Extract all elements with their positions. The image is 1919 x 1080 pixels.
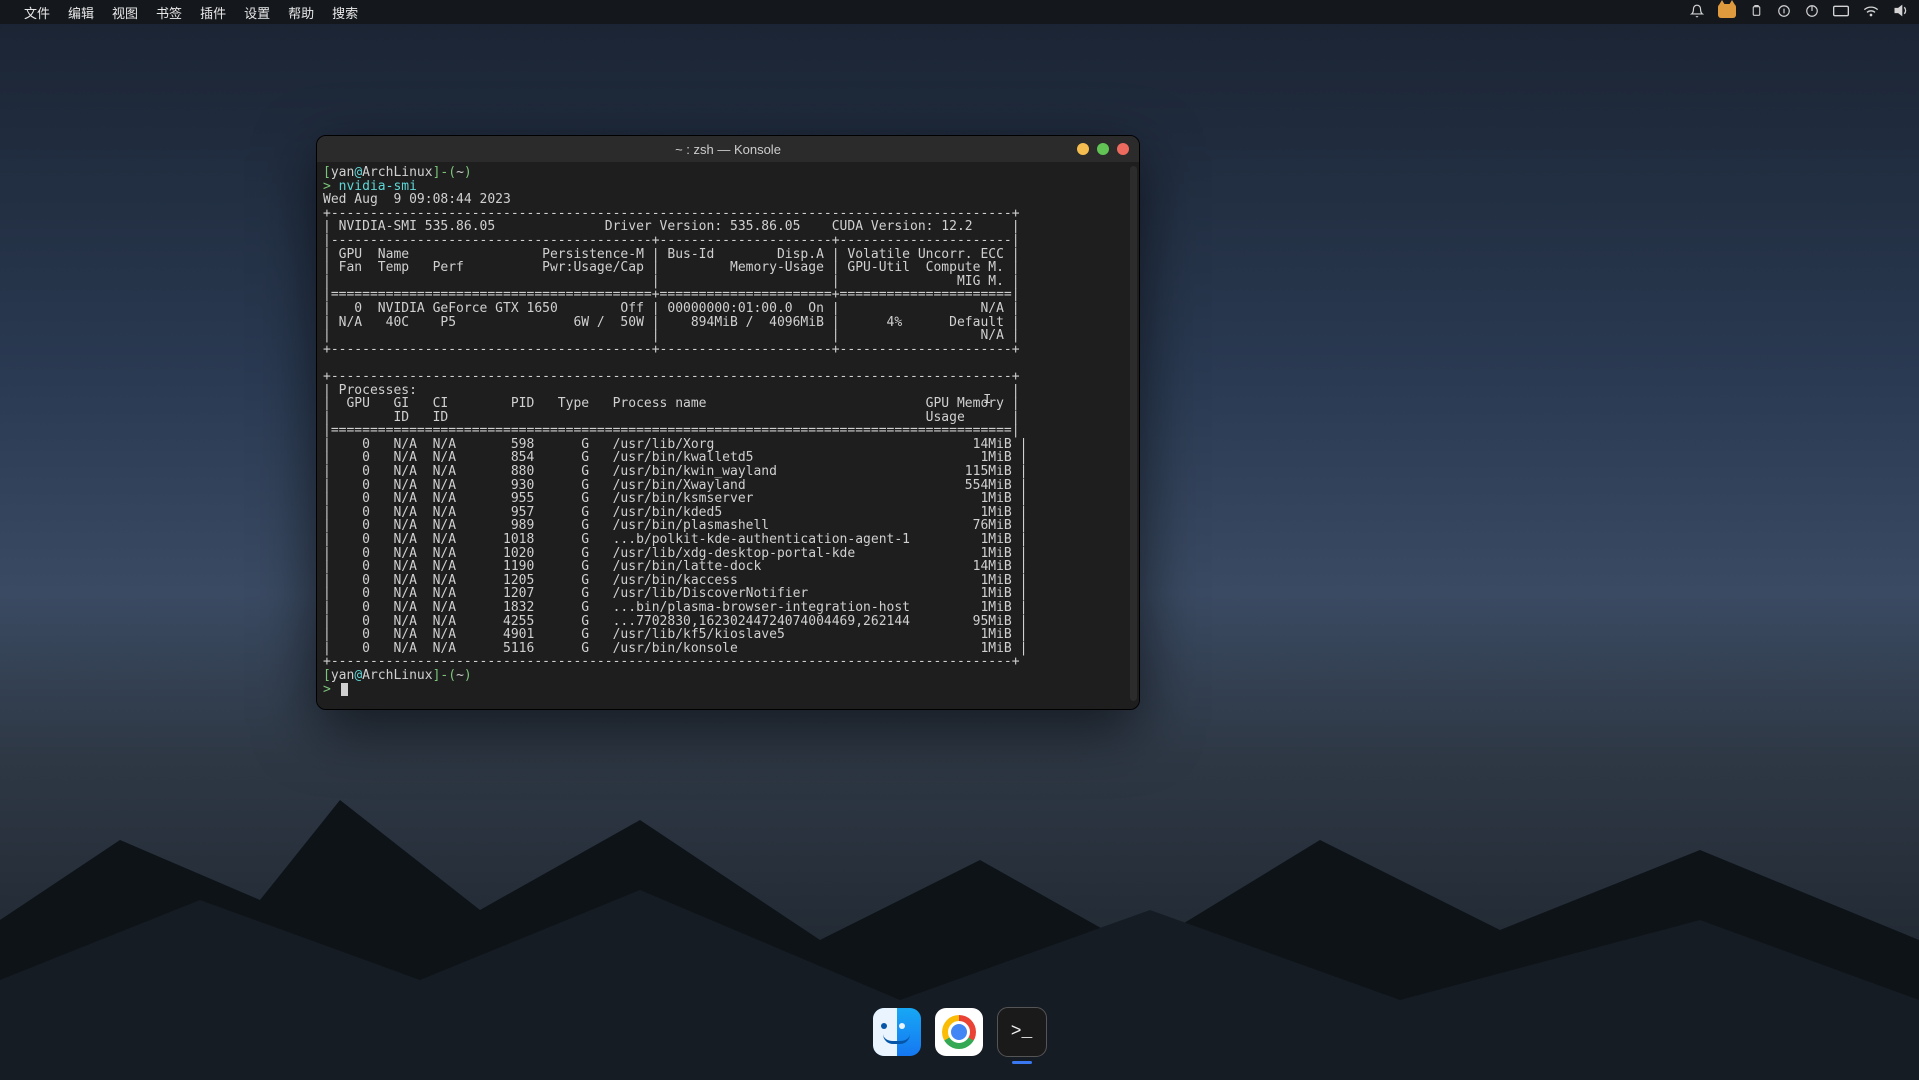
traffic-lights <box>1077 143 1129 155</box>
close-button[interactable] <box>1117 143 1129 155</box>
prompt-paren-open: ( <box>448 165 456 180</box>
dock-app-konsole[interactable]: >_ <box>997 1007 1047 1057</box>
menu-view[interactable]: 视图 <box>112 3 138 22</box>
prompt-user: yan <box>331 668 354 683</box>
wifi-icon[interactable] <box>1863 5 1879 20</box>
menubar: 文件 编辑 视图 书签 插件 设置 帮助 搜索 <box>0 0 1919 24</box>
prompt-bracket-close: ]- <box>433 165 449 180</box>
window-title: ~ : zsh — Konsole <box>675 142 781 157</box>
dock-app-chrome[interactable] <box>935 1008 983 1056</box>
terminal-output[interactable]: [yan@ArchLinux]-(~) > nvidia-smi Wed Aug… <box>323 166 1133 696</box>
prompt-host: ArchLinux <box>362 668 432 683</box>
prompt-paren-open: ( <box>448 668 456 683</box>
menu-plugins[interactable]: 插件 <box>200 3 226 22</box>
power-icon[interactable] <box>1805 4 1819 21</box>
clipboard-icon[interactable] <box>1750 4 1763 21</box>
active-indicator <box>1012 1061 1032 1064</box>
circle-i-icon[interactable] <box>1777 4 1791 21</box>
maximize-button[interactable] <box>1097 143 1109 155</box>
prompt-bracket-close: ]- <box>433 668 449 683</box>
menu-help[interactable]: 帮助 <box>288 3 314 22</box>
minimize-button[interactable] <box>1077 143 1089 155</box>
titlebar[interactable]: ~ : zsh — Konsole <box>317 136 1139 163</box>
scrollbar[interactable] <box>1130 166 1137 701</box>
cat-icon[interactable] <box>1718 4 1736 21</box>
prompt-path: ~ <box>456 165 464 180</box>
notification-icon[interactable] <box>1690 4 1704 21</box>
menu-settings[interactable]: 设置 <box>244 3 270 22</box>
dock-app-finder[interactable] <box>873 1008 921 1056</box>
hr: +---------------------------------------… <box>323 342 1020 357</box>
cursor-block <box>341 683 348 696</box>
volume-icon[interactable] <box>1893 4 1909 20</box>
prompt-paren-close: ) <box>464 668 472 683</box>
dock: >_ <box>863 994 1057 1070</box>
prompt-path: ~ <box>456 668 464 683</box>
text-caret-icon: I <box>983 392 991 408</box>
prompt-arrow: > <box>323 682 331 697</box>
keyboard-icon[interactable] <box>1833 5 1849 20</box>
menu-bookmark[interactable]: 书签 <box>156 3 182 22</box>
prompt-at: @ <box>354 668 362 683</box>
prompt-paren-close: ) <box>464 165 472 180</box>
konsole-window[interactable]: ~ : zsh — Konsole [yan@ArchLinux]-(~) > … <box>316 135 1140 710</box>
menu-search[interactable]: 搜索 <box>332 3 358 22</box>
terminal-body[interactable]: [yan@ArchLinux]-(~) > nvidia-smi Wed Aug… <box>317 162 1139 709</box>
menu-edit[interactable]: 编辑 <box>68 3 94 22</box>
menu-file[interactable]: 文件 <box>24 3 50 22</box>
